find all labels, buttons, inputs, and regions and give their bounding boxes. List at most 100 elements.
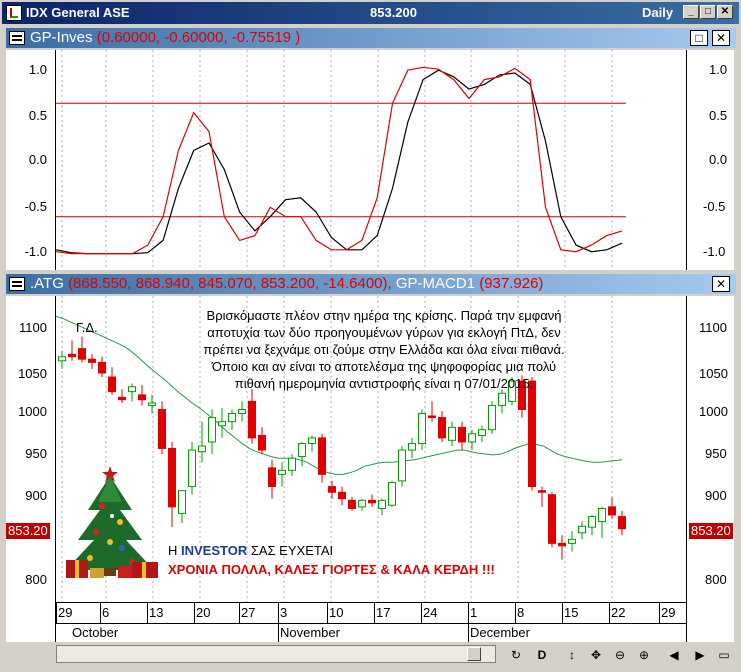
updown-icon[interactable]: ↕ xyxy=(562,645,582,665)
candle-body xyxy=(198,445,206,453)
indicator-y-tick: 0.5 xyxy=(28,108,47,123)
indicator-y-tick: 1.0 xyxy=(709,62,728,77)
indicator-pane-titlebar[interactable]: GP-Inves (0.60000, -0.60000, -0.75519 ) … xyxy=(6,28,736,48)
indicator-y-tick: -0.5 xyxy=(24,199,47,214)
candle-body xyxy=(168,447,176,508)
day-label: 24 xyxy=(423,605,438,620)
horizontal-scrollbar[interactable] xyxy=(56,645,496,663)
right-icon[interactable]: ▶ xyxy=(690,645,710,665)
indicator-plot-area[interactable] xyxy=(55,50,686,270)
left-icon[interactable]: ◀ xyxy=(664,645,684,665)
window-titlebar[interactable]: IDX General ASE 853.200 Daily _ □ ✕ xyxy=(2,2,739,24)
price-right-axis: 1100 1050 1000 950 900 800 853.20 xyxy=(686,296,734,602)
indicator-params: (0.60000, -0.60000, -0.75519 ) xyxy=(96,29,301,46)
candle-body xyxy=(328,486,336,493)
box-icon[interactable]: ▭ xyxy=(714,645,734,665)
day-tick xyxy=(278,603,279,623)
price-y-tick: 950 xyxy=(25,446,47,461)
day-tick xyxy=(100,603,101,623)
app-icon xyxy=(6,5,22,21)
candle-body xyxy=(298,443,306,458)
day-label: 13 xyxy=(149,605,164,620)
day-tick xyxy=(609,603,610,623)
price-pane-close-button[interactable]: ✕ xyxy=(712,276,730,292)
refresh-icon[interactable]: ↻ xyxy=(506,645,526,665)
candle-body xyxy=(468,433,476,443)
indicator-pane-close-button[interactable]: ✕ xyxy=(712,30,730,46)
window-title: IDX General ASE xyxy=(26,5,130,20)
candle-body xyxy=(588,516,596,528)
day-label: 3 xyxy=(280,605,288,620)
price-y-tick: 1100 xyxy=(19,320,47,335)
indicator-y-tick: -1.0 xyxy=(703,244,726,259)
greeting-line-2: ΧΡΟΝΙΑ ΠΟΛΛΑ, ΚΑΛΕΣ ΓΙΟΡΤΕΣ & ΚΑΛΑ ΚΕΡΔΗ… xyxy=(168,562,495,577)
day-label: 27 xyxy=(241,605,256,620)
day-label: 29 xyxy=(661,605,676,620)
day-label: 20 xyxy=(196,605,211,620)
candle-body xyxy=(208,417,216,443)
candle-body xyxy=(58,356,66,362)
date-axis-left-pad xyxy=(6,602,56,642)
d-icon[interactable]: D xyxy=(532,645,552,665)
day-tick xyxy=(374,603,375,623)
date-axis-right-pad xyxy=(686,602,734,642)
candle-body xyxy=(138,394,146,401)
greeting-post: ΣΑΣ ΕΥΧΕΤΑΙ xyxy=(247,543,334,558)
zoom-out-icon[interactable]: ⊖ xyxy=(610,645,630,665)
indicator-pane-icon xyxy=(9,31,25,45)
indicator-y-tick: -0.5 xyxy=(703,199,726,214)
date-axis: 29 6 13 20 27 3 10 17 24 1 8 15 22 29 October Novembe… xyxy=(56,602,686,643)
last-price-label-left: 853.20 xyxy=(6,523,50,539)
day-label: 8 xyxy=(517,605,525,620)
day-label: 17 xyxy=(376,605,391,620)
candle-body xyxy=(358,499,366,508)
price-y-tick: 950 xyxy=(705,446,727,461)
price-y-tick: 1050 xyxy=(699,366,728,381)
candle-body xyxy=(558,542,566,547)
candle-body xyxy=(618,516,626,530)
candle-body xyxy=(448,426,456,441)
day-tick xyxy=(659,603,660,623)
candle-body xyxy=(158,408,166,449)
christmas-tree-icon xyxy=(66,466,158,578)
price-y-tick: 1000 xyxy=(18,404,47,419)
zoom-in-icon[interactable]: ⊕ xyxy=(634,645,654,665)
candle-body xyxy=(488,404,496,431)
indicator-y-tick: -1.0 xyxy=(24,244,47,259)
day-tick xyxy=(56,603,57,623)
close-button[interactable]: ✕ xyxy=(717,5,733,19)
annotation-line: Βρισκόμαστε πλέον στην ημέρα της κρίσης.… xyxy=(206,308,562,323)
window-price: 853.200 xyxy=(370,5,417,20)
price-pane-icon xyxy=(9,277,25,291)
maximize-button[interactable]: □ xyxy=(700,5,716,19)
candle-body xyxy=(178,490,186,514)
candle-body xyxy=(308,437,316,445)
candle-body xyxy=(598,507,606,522)
gd-label: Γ.Δ. xyxy=(76,320,98,335)
candle-body xyxy=(438,417,446,439)
month-label: November xyxy=(280,625,340,640)
day-label: 6 xyxy=(102,605,110,620)
candle-body xyxy=(188,449,196,488)
oscillator-line xyxy=(55,69,623,255)
month-label: December xyxy=(470,625,530,640)
candle-body xyxy=(348,499,356,509)
candle-body xyxy=(318,437,326,475)
candle-body xyxy=(118,396,126,401)
candle-body xyxy=(228,413,236,423)
scrollbar-thumb[interactable] xyxy=(467,647,481,661)
annotation-line: αποτυχία των δύο προηγουμένων γύρων για … xyxy=(207,325,561,340)
macd-value: (937.926) xyxy=(479,275,544,292)
day-tick xyxy=(239,603,240,623)
indicator-pane-maximize-button[interactable]: □ xyxy=(690,30,708,46)
move-icon[interactable]: ✥ xyxy=(586,645,606,665)
day-label: 10 xyxy=(329,605,344,620)
price-symbol: .ATG xyxy=(30,275,64,292)
candle-body xyxy=(78,348,86,360)
candle-body xyxy=(578,525,586,534)
candle-body xyxy=(388,482,396,506)
minimize-button[interactable]: _ xyxy=(683,5,699,19)
price-pane-titlebar[interactable]: .ATG (868.550, 868.940, 845.070, 853.200… xyxy=(6,274,736,294)
candle-body xyxy=(108,376,116,393)
candle-body xyxy=(248,400,256,439)
